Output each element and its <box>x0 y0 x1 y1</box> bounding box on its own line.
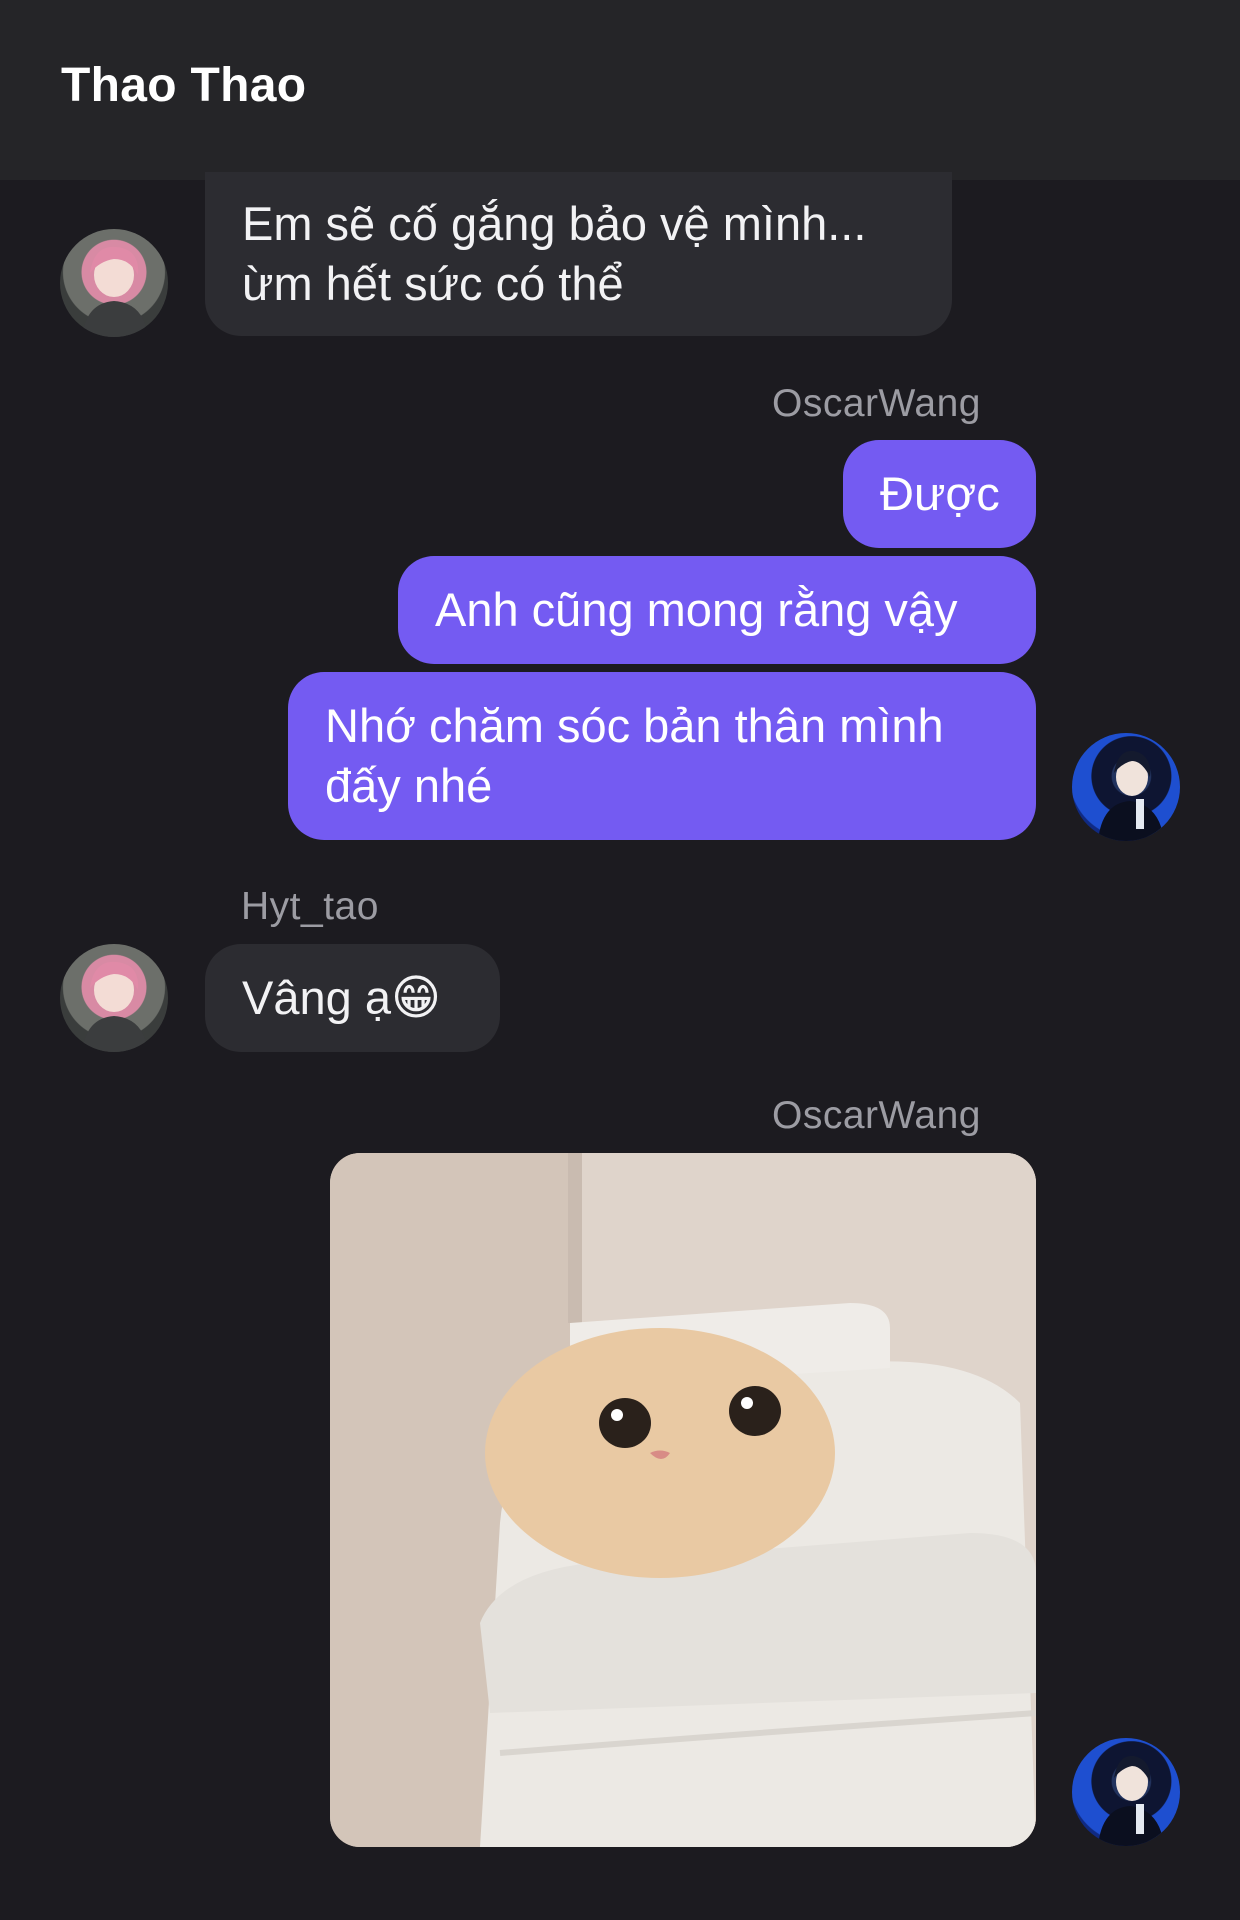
message-text: Được <box>880 467 1000 520</box>
sender-name: Hyt_tao <box>241 885 379 928</box>
message-text-line: đấy nhé <box>325 759 493 812</box>
message-bubble-outgoing[interactable]: Được <box>843 440 1036 548</box>
message-text-line: Nhớ chăm sóc bản thân mình <box>325 699 944 752</box>
image-attachment[interactable] <box>330 1153 1036 1847</box>
grinning-face-emoji: 😁 <box>390 970 442 1026</box>
avatar-oscarwang[interactable] <box>1072 733 1180 841</box>
message-text-line: Em sẽ cố gắng bảo vệ mình... <box>242 197 867 250</box>
sender-name: OscarWang <box>772 382 981 425</box>
message-bubble-outgoing[interactable]: Anh cũng mong rằng vậy <box>398 556 1036 664</box>
message-bubble-outgoing[interactable]: Nhớ chăm sóc bản thân mình đấy nhé <box>288 672 1036 840</box>
avatar-hyt-tao[interactable] <box>60 944 168 1052</box>
message-bubble-incoming[interactable]: Em sẽ cố gắng bảo vệ mình... ừm hết sức … <box>205 172 952 336</box>
message-text: Vâng ạ <box>242 971 391 1024</box>
sender-name: OscarWang <box>772 1094 981 1137</box>
message-text-line: ừm hết sức có thể <box>242 257 624 310</box>
cat-in-bin-photo <box>330 1153 1036 1847</box>
message-text: Anh cũng mong rằng vậy <box>435 583 958 636</box>
avatar-oscarwang[interactable] <box>1072 1738 1180 1846</box>
message-bubble-incoming[interactable]: Vâng ạ😁 <box>205 944 500 1052</box>
chat-title[interactable]: Thao Thao <box>61 58 306 113</box>
chat-header: Thao Thao <box>0 0 1240 180</box>
avatar-thao[interactable] <box>60 229 168 337</box>
